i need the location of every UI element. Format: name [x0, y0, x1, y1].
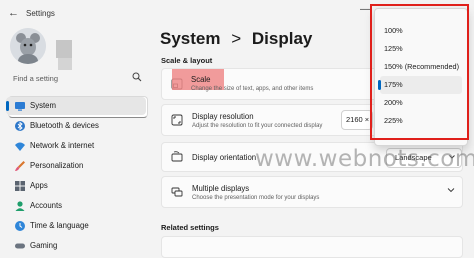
sidebar-item-label: Personalization: [30, 161, 84, 170]
resolution-title: Display resolution: [192, 112, 254, 121]
minimize-button[interactable]: —: [360, 4, 370, 15]
orientation-icon: [171, 151, 183, 162]
sidebar-item-accounts[interactable]: Accounts: [6, 197, 146, 215]
scale-title: Scale: [191, 75, 211, 84]
sidebar-item-label: Apps: [30, 181, 48, 190]
resolution-select[interactable]: 2160 ×: [341, 110, 373, 130]
multiple-displays-subtitle: Choose the presentation mode for your di…: [192, 195, 320, 201]
apps-icon: [15, 181, 25, 191]
sidebar-item-time-language[interactable]: Time & language: [6, 217, 146, 235]
multiple-displays-icon: [171, 187, 183, 197]
resolution-icon: [171, 114, 183, 126]
sidebar-item-label: Network & internet: [30, 141, 95, 150]
chevron-down-icon[interactable]: [447, 186, 455, 194]
user-email-blurred: [58, 58, 72, 70]
sidebar-item-gaming[interactable]: Gaming: [6, 237, 146, 255]
sidebar-item-label: Gaming: [30, 241, 58, 250]
resolution-value: 2160 ×: [346, 115, 370, 124]
multiple-displays-title: Multiple displays: [192, 184, 250, 193]
controller-icon: [15, 243, 25, 249]
bluetooth-icon: [15, 121, 25, 131]
highlight-box: [370, 4, 469, 140]
resolution-subtitle: Adjust the resolution to fit your connec…: [192, 123, 323, 129]
breadcrumb: System > Display: [160, 29, 312, 49]
section-title: Scale & layout: [161, 56, 213, 65]
search-icon: [132, 72, 142, 82]
orientation-title: Display orientation: [192, 153, 257, 162]
search-placeholder: Find a setting: [13, 74, 59, 83]
scale-subtitle: Change the size of text, apps, and other…: [191, 86, 314, 92]
sidebar-item-network[interactable]: Network & internet: [6, 137, 146, 155]
multiple-displays-card[interactable]: Multiple displays Choose the presentatio…: [161, 176, 463, 208]
breadcrumb-separator: >: [231, 29, 242, 48]
sidebar-item-personalization[interactable]: Personalization: [6, 157, 146, 175]
wifi-icon: [15, 142, 25, 151]
clock-globe-icon: [15, 221, 25, 231]
selection-indicator: [6, 101, 9, 111]
sidebar-item-system[interactable]: System: [6, 97, 146, 115]
sidebar-item-apps[interactable]: Apps: [6, 177, 146, 195]
monitor-icon: [15, 102, 25, 111]
brush-icon: [15, 161, 25, 171]
window-title: Settings: [26, 9, 55, 18]
sidebar-item-label: Time & language: [30, 221, 89, 230]
sidebar-item-label: Bluetooth & devices: [30, 121, 99, 130]
avatar[interactable]: [10, 28, 46, 64]
user-name-blurred: [56, 40, 72, 58]
back-arrow-icon[interactable]: ←: [8, 7, 19, 19]
related-settings-card[interactable]: [161, 236, 463, 258]
sidebar-item-label: Accounts: [30, 201, 63, 210]
breadcrumb-parent[interactable]: System: [160, 29, 220, 48]
sidebar-item-bluetooth[interactable]: Bluetooth & devices: [6, 117, 146, 135]
watermark: www.webnots.com: [255, 146, 474, 172]
person-icon: [15, 201, 25, 211]
page-title: Display: [251, 29, 313, 48]
sidebar-item-label: System: [30, 101, 56, 110]
related-settings-heading: Related settings: [161, 223, 219, 232]
